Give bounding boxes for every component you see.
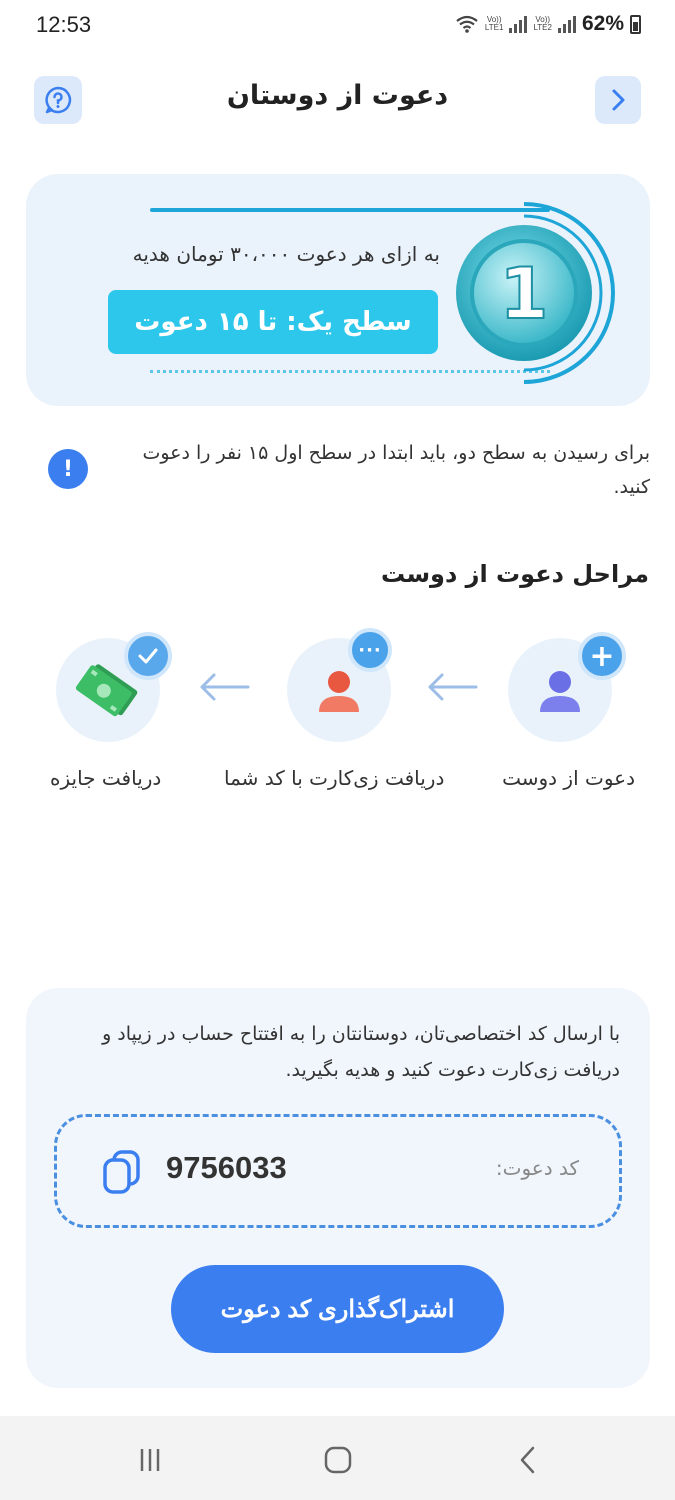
recents-icon [140,1449,160,1471]
system-nav-bar [0,1416,675,1500]
battery-percent: 62% [581,12,624,35]
copy-icon[interactable] [100,1148,144,1196]
step-label-receive-card: دریافت زی‌کارت با کد شما [224,766,445,790]
plus-badge-icon: + [578,632,626,680]
arrow-left-icon [200,673,250,701]
signal-2-icon [557,15,576,33]
nav-home-button[interactable] [318,1442,358,1478]
nav-recents-button[interactable] [130,1442,170,1478]
wifi-icon [456,15,478,33]
status-bar: 12:53 Vo)) LTE1 Vo)) LTE2 62% [0,0,675,52]
status-icons: Vo)) LTE1 Vo)) LTE2 62% [455,12,641,36]
invite-code-label: کد دعوت: [495,1156,579,1180]
nav-back-button[interactable] [508,1442,548,1478]
invite-code-value[interactable]: 9756033 [166,1150,287,1186]
level-pill: سطح یک: تا ۱۵ دعوت [108,290,438,354]
back-icon [520,1446,535,1474]
check-badge-icon [124,632,172,680]
signal-1-icon [509,15,528,33]
sim2-label: Vo)) LTE2 [533,15,552,32]
level-badge-number: 1 [500,253,549,335]
info-note: برای رسیدن به سطح دو، باید ابتدا در سطح … [142,442,650,498]
battery-icon [630,14,641,34]
page-title: دعوت از دوستان [226,80,449,111]
chat-bubble-icon: ··· [348,628,392,672]
chevron-right-icon [612,89,625,111]
status-time: 12:53 [36,12,92,37]
home-icon [324,1446,352,1474]
steps-title: مراحل دعوت از دوست [381,560,649,588]
level-badge-icon: 1 [456,202,615,384]
level-gift-text: به ازای هر دعوت ۳۰،۰۰۰ تومان هدیه [132,242,440,266]
step-label-invite: دعوت از دوست [502,766,635,790]
arrow-left-icon [428,673,478,701]
invite-description: با ارسال کد اختصاصی‌تان، دوستانتان را به… [102,1023,620,1081]
back-button[interactable] [595,76,641,124]
share-invite-code-button[interactable]: اشتراک‌گذاری کد دعوت [171,1265,504,1353]
step-label-reward: دریافت جایزه [50,766,162,790]
sim1-label: Vo)) LTE1 [484,15,504,32]
level-card: به ازای هر دعوت ۳۰،۰۰۰ تومان هدیه سطح یک… [26,174,650,406]
info-icon: ! [48,449,88,489]
